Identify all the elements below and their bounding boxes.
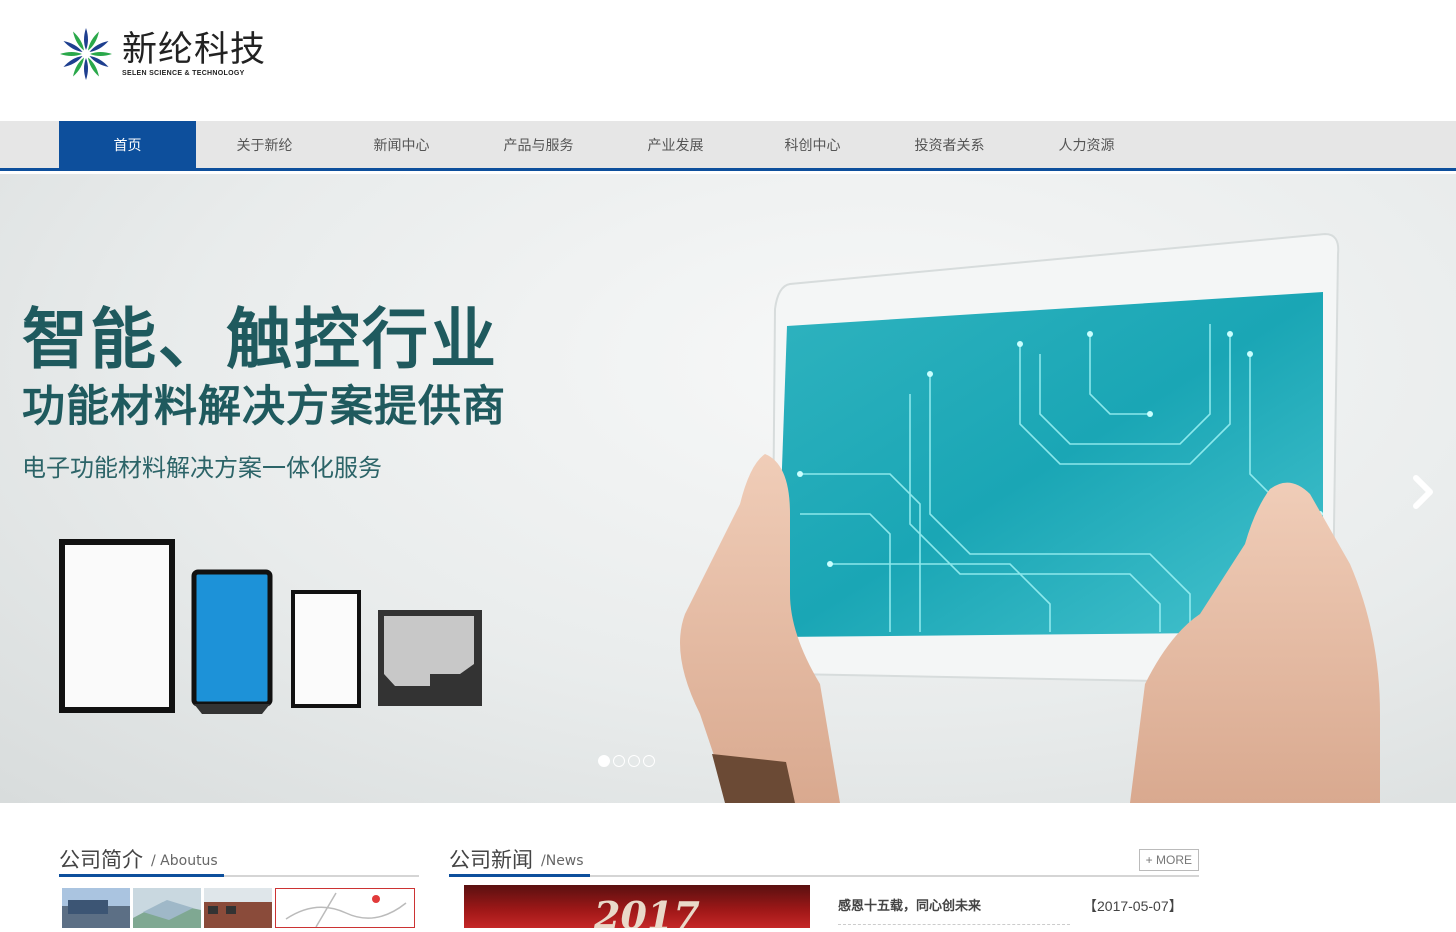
factory-photo-3[interactable] bbox=[204, 888, 272, 928]
factory-photo-1[interactable] bbox=[62, 888, 130, 928]
about-section: 公司简介 / Aboutus bbox=[59, 844, 419, 928]
map-roads-icon bbox=[285, 892, 407, 928]
news-image[interactable]: 2017 bbox=[464, 885, 810, 928]
banner-headline-2: 功能材料解决方案提供商 bbox=[22, 382, 506, 432]
nav-item-industry[interactable]: 产业发展 bbox=[607, 121, 744, 171]
site-header: 新纶科技 SELEN SCIENCE & TECHNOLOGY bbox=[0, 0, 1456, 121]
slider-dot-2[interactable] bbox=[613, 755, 625, 767]
chevron-right-icon[interactable] bbox=[1410, 472, 1438, 512]
news-title: 公司新闻/News bbox=[449, 844, 590, 877]
main-nav: 首页 关于新纶 新闻中心 产品与服务 产业发展 科创中心 投资者关系 人力资源 bbox=[0, 121, 1456, 171]
logo-name-en: SELEN SCIENCE & TECHNOLOGY bbox=[122, 70, 245, 77]
about-thumbnails bbox=[62, 888, 415, 928]
tablet-hands-image bbox=[680, 232, 1380, 803]
site-logo[interactable]: 新纶科技 SELEN SCIENCE & TECHNOLOGY bbox=[58, 26, 266, 82]
logo-star-icon bbox=[60, 28, 112, 80]
news-title-text: 公司新闻 bbox=[449, 848, 533, 872]
logo-petal bbox=[84, 58, 88, 80]
news-item-date: 【2017-05-07】 bbox=[1083, 898, 1183, 914]
logo-petal bbox=[90, 52, 112, 56]
news-header: 公司新闻/News + MORE bbox=[449, 844, 1199, 877]
nav-item-news[interactable]: 新闻中心 bbox=[333, 121, 470, 171]
nav-item-products[interactable]: 产品与服务 bbox=[470, 121, 607, 171]
nav-item-investors[interactable]: 投资者关系 bbox=[881, 121, 1018, 171]
about-title: 公司简介 / Aboutus bbox=[59, 844, 224, 877]
nav-item-innovation[interactable]: 科创中心 bbox=[744, 121, 881, 171]
slider-dots bbox=[598, 755, 655, 767]
slider-dot-4[interactable] bbox=[643, 755, 655, 767]
slider-dot-1[interactable] bbox=[598, 755, 610, 767]
news-image-text: 2017 bbox=[594, 893, 700, 928]
about-header: 公司简介 / Aboutus bbox=[59, 844, 419, 877]
nav-list: 首页 关于新纶 新闻中心 产品与服务 产业发展 科创中心 投资者关系 人力资源 bbox=[59, 121, 1155, 171]
logo-petal bbox=[84, 28, 88, 50]
news-section: 公司新闻/News + MORE 2017 感恩十五载，同心创未来 【2017-… bbox=[449, 844, 1199, 928]
hero-banner: 智能、触控行业 功能材料解决方案提供商 电子功能材料解决方案一体化服务 bbox=[0, 174, 1456, 803]
factory-photo-2[interactable] bbox=[133, 888, 201, 928]
nav-item-about[interactable]: 关于新纶 bbox=[196, 121, 333, 171]
slider-dot-3[interactable] bbox=[628, 755, 640, 767]
news-subtitle: /News bbox=[541, 853, 584, 869]
logo-name-cn: 新纶科技 bbox=[122, 30, 267, 70]
banner-headline-3: 电子功能材料解决方案一体化服务 bbox=[22, 454, 382, 482]
nav-item-hr[interactable]: 人力资源 bbox=[1018, 121, 1155, 171]
logo-text: 新纶科技 SELEN SCIENCE & TECHNOLOGY bbox=[122, 31, 266, 77]
location-map[interactable] bbox=[275, 888, 415, 928]
about-title-text: 公司简介 bbox=[59, 848, 143, 872]
news-more-button[interactable]: + MORE bbox=[1138, 849, 1199, 871]
banner-headline-1: 智能、触控行业 bbox=[22, 301, 498, 378]
about-subtitle: / Aboutus bbox=[151, 853, 218, 869]
nav-item-home[interactable]: 首页 bbox=[59, 121, 196, 171]
news-divider bbox=[838, 924, 1070, 925]
news-item-title[interactable]: 感恩十五载，同心创未来 bbox=[838, 895, 981, 914]
logo-petal bbox=[60, 52, 82, 56]
product-samples-image bbox=[59, 539, 482, 714]
